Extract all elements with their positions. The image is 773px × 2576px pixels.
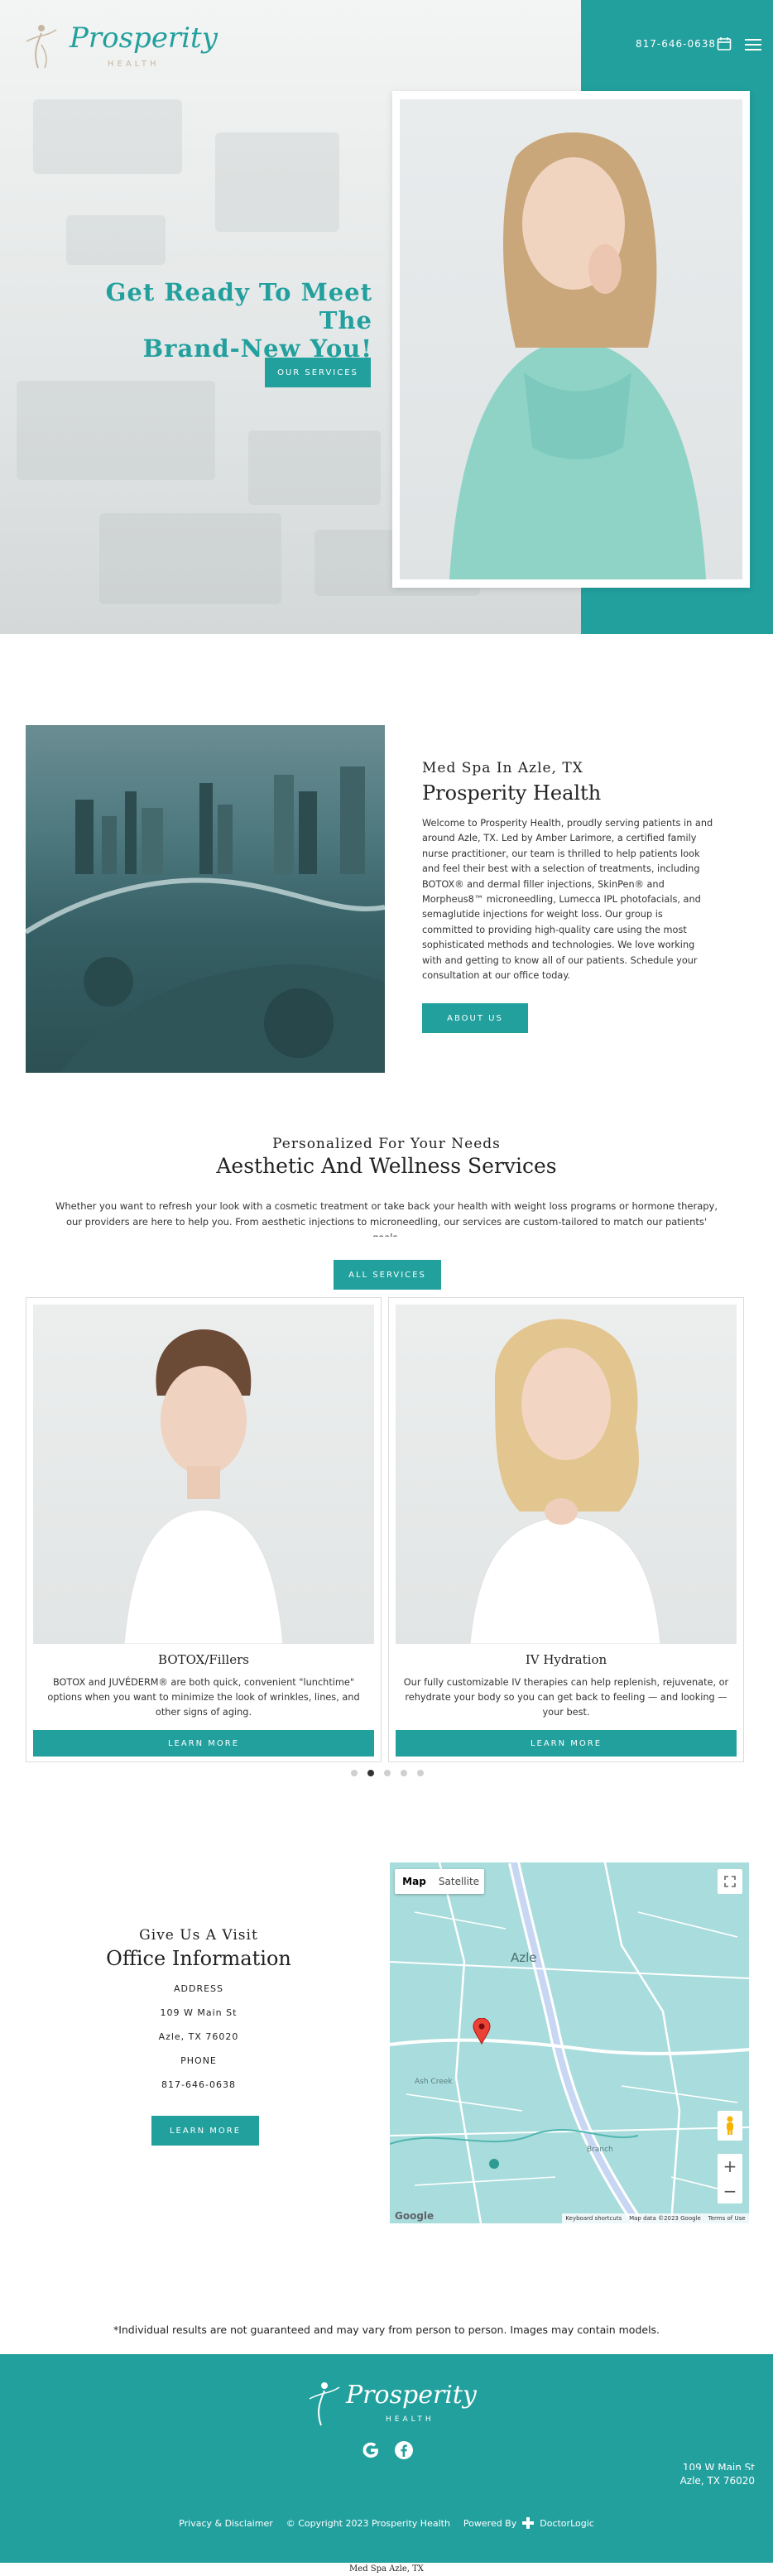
calendar-icon[interactable] bbox=[717, 36, 732, 51]
footer-tagline: Med Spa Azle, TX bbox=[349, 2564, 424, 2574]
logo-figure-icon bbox=[309, 2382, 340, 2426]
about-title: Prosperity Health bbox=[422, 781, 602, 805]
about-us-button[interactable]: About Us bbox=[422, 1003, 528, 1033]
site-footer: Prosperity HEALTH 109 W Main St Azle, TX… bbox=[0, 2354, 773, 2563]
about-paragraph: Welcome to Prosperity Health, proudly se… bbox=[422, 818, 713, 982]
footer-logo-wordmark: Prosperity bbox=[346, 2381, 477, 2410]
map-data-text: Map data ©2023 Google bbox=[629, 2215, 701, 2222]
service-card-iv-image bbox=[396, 1305, 737, 1644]
satellite-tab[interactable]: Satellite bbox=[434, 1869, 484, 1894]
contact-learn-more-button[interactable]: Learn More bbox=[151, 2116, 259, 2146]
footer-logo[interactable]: Prosperity HEALTH bbox=[308, 2377, 477, 2430]
learn-more-button[interactable]: Learn More bbox=[396, 1730, 737, 1757]
powered-by[interactable]: Powered By DoctorLogic bbox=[463, 2516, 594, 2530]
address-line2: Azle, TX 76020 bbox=[158, 2031, 239, 2042]
map-town-label: Azle bbox=[511, 1950, 537, 1965]
services-paragraph: Whether you want to refresh your look wi… bbox=[55, 1200, 718, 1237]
contact-phone-link[interactable]: 817-646-0638 bbox=[35, 2079, 362, 2090]
about-subtitle: Med Spa In Azle, TX bbox=[422, 760, 583, 776]
zoom-out-icon[interactable]: − bbox=[718, 2179, 742, 2204]
results-disclaimer: *Individual results are not guaranteed a… bbox=[113, 2324, 660, 2336]
doctorlogic-icon bbox=[522, 2517, 535, 2529]
copyright-text: © Copyright 2023 Prosperity Health bbox=[286, 2517, 450, 2529]
map-branch-label: Branch bbox=[587, 2146, 613, 2154]
footer-address-line2: Azle, TX 76020 bbox=[679, 2475, 755, 2487]
footer-links-row: Privacy & Disclaimer © Copyright 2023 Pr… bbox=[0, 2516, 773, 2530]
map-roads bbox=[390, 1862, 749, 2223]
zoom-controls: + − bbox=[718, 2154, 742, 2204]
services-subtitle: Personalized For Your Needs bbox=[272, 1136, 501, 1152]
zoom-in-icon[interactable]: + bbox=[718, 2154, 742, 2179]
hero-title: Get Ready To Meet The Brand-New You! bbox=[50, 278, 372, 363]
map-attribution: Keyboard shortcuts Map data ©2023 Google… bbox=[562, 2213, 749, 2223]
service-card-text: BOTOX and JUVÉDERM® are both quick, conv… bbox=[47, 1677, 360, 1718]
street-view-pegman-icon[interactable] bbox=[718, 2111, 742, 2141]
footer-logo-subtext: HEALTH bbox=[386, 2415, 435, 2424]
site-logo[interactable]: Prosperity HEALTH bbox=[20, 17, 218, 74]
carousel-dot-active[interactable] bbox=[367, 1770, 374, 1776]
map-tab[interactable]: Map bbox=[395, 1869, 434, 1894]
keyboard-shortcuts-link[interactable]: Keyboard shortcuts bbox=[565, 2215, 622, 2222]
google-logo: Google bbox=[395, 2210, 435, 2222]
logo-subtext: HEALTH bbox=[108, 60, 160, 69]
address-line1: 109 W Main St bbox=[160, 2007, 238, 2018]
privacy-disclaimer-link[interactable]: Privacy & Disclaimer bbox=[179, 2518, 273, 2529]
logo-wordmark: Prosperity bbox=[70, 22, 218, 55]
service-card-title: IV Hydration bbox=[525, 1652, 607, 1667]
service-card-title: BOTOX/Fillers bbox=[158, 1652, 249, 1667]
service-card-iv-hydration: IV Hydration Our fully customizable IV t… bbox=[388, 1297, 744, 1762]
phone-label: PHONE bbox=[180, 2055, 217, 2066]
contact-title: Office Information bbox=[106, 1947, 291, 1970]
service-card-text: Our fully customizable IV therapies can … bbox=[403, 1677, 729, 1718]
service-card-botox-image bbox=[33, 1305, 374, 1644]
doctorlogic-label: DoctorLogic bbox=[540, 2517, 594, 2529]
address-label: ADDRESS bbox=[173, 1983, 224, 1994]
terms-link[interactable]: Terms of Use bbox=[708, 2215, 746, 2222]
all-services-button[interactable]: All Services bbox=[334, 1260, 441, 1290]
services-title: Aesthetic And Wellness Services bbox=[216, 1154, 557, 1178]
fullscreen-icon[interactable] bbox=[718, 1869, 742, 1894]
header-phone-link[interactable]: 817-646-0638 bbox=[636, 38, 716, 50]
city-skyline-image bbox=[26, 725, 385, 1073]
carousel-dot[interactable] bbox=[417, 1770, 424, 1776]
hero-woman-photo bbox=[400, 99, 742, 579]
google-map[interactable]: Map Satellite Azle Ash Creek Branch + − … bbox=[390, 1862, 749, 2223]
footer-tagline-bar: Med Spa Azle, TX bbox=[0, 2563, 773, 2576]
contact-subtitle: Give Us A Visit bbox=[139, 1927, 258, 1944]
our-services-button[interactable]: Our Services bbox=[265, 358, 371, 387]
hamburger-menu-icon[interactable] bbox=[745, 38, 761, 51]
learn-more-button[interactable]: Learn More bbox=[33, 1730, 374, 1757]
facebook-icon[interactable] bbox=[394, 2440, 414, 2460]
powered-by-label: Powered By bbox=[463, 2517, 517, 2529]
hero-section: Prosperity HEALTH 817-646-0638 Get Ready… bbox=[0, 0, 773, 634]
service-card-botox: BOTOX/Fillers BOTOX and JUVÉDERM® are bo… bbox=[26, 1297, 382, 1762]
google-icon[interactable] bbox=[361, 2440, 381, 2460]
footer-address-line1: 109 W Main St bbox=[682, 2462, 755, 2470]
carousel-dot[interactable] bbox=[401, 1770, 407, 1776]
carousel-dot[interactable] bbox=[351, 1770, 358, 1776]
map-creek-label: Ash Creek bbox=[415, 2078, 453, 2086]
carousel-dot[interactable] bbox=[384, 1770, 391, 1776]
map-type-toggle: Map Satellite bbox=[395, 1869, 484, 1894]
hero-title-line1: Get Ready To Meet The bbox=[105, 278, 372, 334]
map-pin-icon[interactable] bbox=[473, 2017, 491, 2045]
